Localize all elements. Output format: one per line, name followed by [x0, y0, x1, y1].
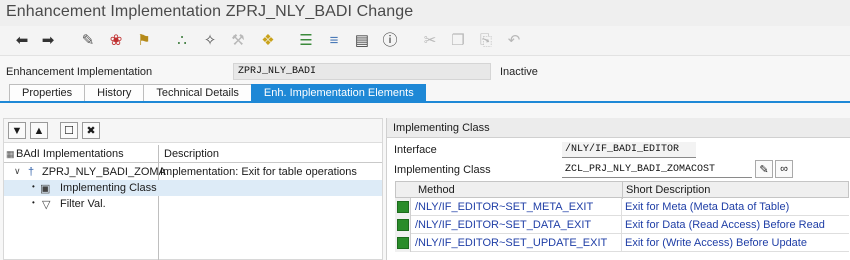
filter-icon: ▽	[42, 199, 51, 211]
grid-header-divider	[622, 182, 623, 199]
undo-icon[interactable]: ↶	[504, 30, 524, 50]
method-status-marker	[397, 201, 409, 213]
display-change-icon[interactable]: ✎	[78, 30, 98, 50]
collapse-all-icon[interactable]: ▲	[30, 122, 48, 139]
method-description: Exit for Meta (Meta Data of Table)	[625, 201, 790, 213]
implementing-class-field[interactable]: ZCL_PRJ_NLY_BADI_ZOMACOST	[562, 162, 752, 178]
method-row[interactable]: /NLY/IF_EDITOR~SET_DATA_EXIT Exit for Da…	[395, 216, 849, 234]
section-title: Implementing Class	[393, 122, 490, 134]
tree-toolbar: ▼ ▲ ☐ ✖	[4, 119, 382, 143]
tab-technical-details[interactable]: Technical Details	[143, 84, 251, 102]
column-short-description: Short Description	[626, 184, 711, 196]
tree-nodes-icon[interactable]: ❖	[258, 30, 278, 50]
window-title: Enhancement Implementation ZPRJ_NLY_BADI…	[6, 3, 414, 20]
title-bar: Enhancement Implementation ZPRJ_NLY_BADI…	[0, 0, 850, 26]
enhancement-header: Enhancement Implementation ZPRJ_NLY_BADI…	[0, 60, 850, 82]
info-icon[interactable]: ⓘ	[380, 30, 400, 50]
badi-name: ZPRJ_NLY_BADI_ZOMA	[42, 166, 166, 178]
interface-label: Interface	[394, 144, 437, 156]
section-header: Implementing Class	[387, 118, 850, 138]
copy-icon[interactable]: ❐	[448, 30, 468, 50]
tree-header: ▦ BAdI Implementations Description	[4, 145, 382, 163]
row-selector[interactable]	[395, 198, 411, 216]
implementing-class-node-label: Implementing Class	[60, 182, 157, 194]
column-badi-implementations: BAdI Implementations	[16, 148, 124, 160]
bullet-icon: •	[32, 182, 35, 191]
method-name[interactable]: /NLY/IF_EDITOR~SET_DATA_EXIT	[415, 219, 591, 231]
method-description: Exit for Data (Read Access) Before Read	[625, 219, 825, 231]
column-method: Method	[418, 184, 455, 196]
edit-pencil-icon[interactable]: ✎	[755, 160, 773, 178]
other-object-icon[interactable]: ❀	[106, 30, 126, 50]
chevron-down-icon[interactable]: ∨	[14, 166, 21, 177]
row-divider	[621, 234, 622, 252]
row-divider	[621, 198, 622, 216]
align-icon[interactable]: ≡	[324, 30, 344, 50]
delete-icon[interactable]: ✖	[82, 122, 100, 139]
application-toolbar: ⬅ ➡ ✎ ❀ ⚑ ∴ ✧ ⚒ ❖ ☰ ≡ ▤ ⓘ ✂ ❐ ⎘ ↶	[0, 26, 850, 56]
paste-icon[interactable]: ⎘	[476, 30, 496, 50]
tab-history[interactable]: History	[84, 84, 144, 102]
method-status-marker	[397, 237, 409, 249]
method-description: Exit for (Write Access) Before Update	[625, 237, 807, 249]
badi-description: Implementation: Exit for table operation…	[160, 166, 357, 178]
badi-tree-panel: ▼ ▲ ☐ ✖ ▦ BAdI Implementations Descripti…	[3, 118, 383, 260]
filter-val-node-label: Filter Val.	[60, 198, 106, 210]
table-icon: ▦	[6, 149, 15, 159]
interface-field: /NLY/IF_BADI_EDITOR	[562, 142, 696, 158]
forward-arrow-icon[interactable]: ➡	[38, 30, 58, 50]
method-name[interactable]: /NLY/IF_EDITOR~SET_META_EXIT	[415, 201, 593, 213]
row-selector[interactable]	[395, 216, 411, 234]
hierarchy-icon[interactable]: ☰	[296, 30, 316, 50]
tab-underline	[0, 101, 850, 103]
badi-icon: †	[28, 166, 35, 178]
status-text: Inactive	[500, 66, 538, 78]
new-document-icon[interactable]: ☐	[60, 122, 78, 139]
cut-icon[interactable]: ✂	[420, 30, 440, 50]
column-description: Description	[164, 148, 220, 160]
implementing-class-label: Implementing Class	[394, 164, 491, 176]
tree-node-filter-val[interactable]: • ▽ Filter Val.	[4, 196, 382, 212]
implementing-class-panel: Implementing Class Interface /NLY/IF_BAD…	[386, 118, 850, 260]
bullet-icon: •	[32, 198, 35, 207]
tab-strip: Properties History Technical Details Enh…	[9, 84, 426, 102]
row-selector[interactable]	[395, 234, 411, 252]
method-row[interactable]: /NLY/IF_EDITOR~SET_META_EXIT Exit for Me…	[395, 198, 849, 216]
enhancement-field: ZPRJ_NLY_BADI	[233, 63, 491, 80]
method-row[interactable]: /NLY/IF_EDITOR~SET_UPDATE_EXIT Exit for …	[395, 234, 849, 252]
class-icon: ▣	[40, 183, 51, 195]
tab-properties[interactable]: Properties	[9, 84, 85, 102]
enhancement-label: Enhancement Implementation	[6, 66, 153, 78]
activate-icon[interactable]: ⚑	[134, 30, 154, 50]
test-icon[interactable]: ⚒	[228, 30, 248, 50]
wizard-icon[interactable]: ✧	[200, 30, 220, 50]
tab-enh-implementation-elements[interactable]: Enh. Implementation Elements	[250, 84, 426, 102]
tree-node-badi[interactable]: ∨ † ZPRJ_NLY_BADI_ZOMA Implementation: E…	[4, 164, 382, 180]
row-divider	[621, 216, 622, 234]
expand-all-icon[interactable]: ▼	[8, 122, 26, 139]
tree-node-implementing-class[interactable]: • ▣ Implementing Class	[4, 180, 382, 196]
method-status-marker	[397, 219, 409, 231]
back-arrow-icon[interactable]: ⬅	[12, 30, 32, 50]
where-used-icon[interactable]: ∴	[172, 30, 192, 50]
grid-header: Method Short Description	[395, 181, 849, 199]
display-glasses-icon[interactable]: ∞	[775, 160, 793, 178]
layout-icon[interactable]: ▤	[352, 30, 372, 50]
method-name[interactable]: /NLY/IF_EDITOR~SET_UPDATE_EXIT	[415, 237, 607, 249]
